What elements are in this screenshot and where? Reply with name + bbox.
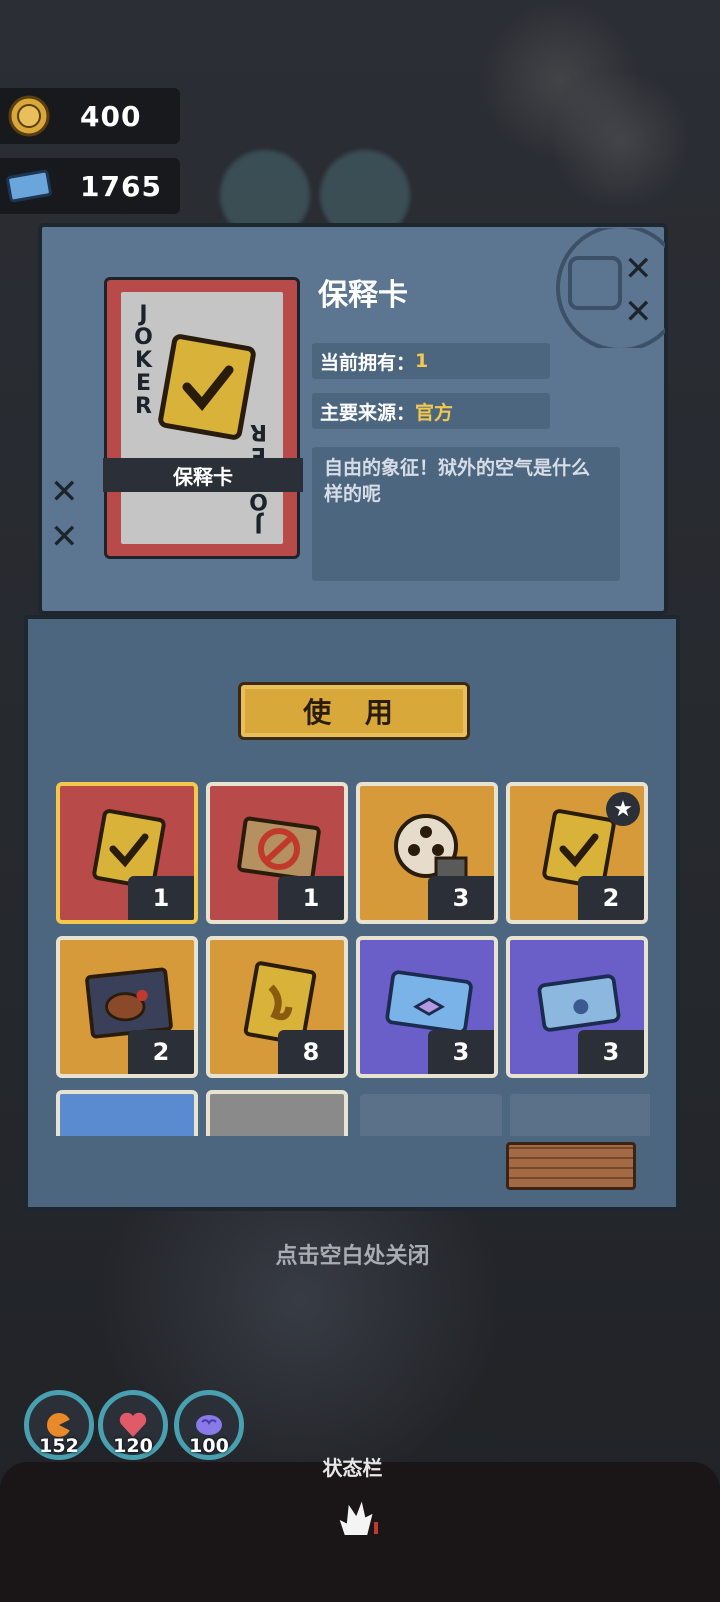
- card-name-banner: 保释卡: [103, 458, 303, 492]
- health-stat[interactable]: 120: [98, 1390, 168, 1460]
- inventory-slot[interactable]: ★ 2: [506, 782, 648, 924]
- inventory-slot[interactable]: 2: [56, 936, 198, 1078]
- x-decoration-icon: ✕: [624, 292, 653, 332]
- ticket-counter: 1765: [0, 158, 180, 214]
- item-count: 1: [278, 876, 344, 920]
- owned-label: 当前拥有：: [320, 351, 416, 374]
- inventory-slot[interactable]: 1: [56, 782, 198, 924]
- ticket-value: 1765: [80, 169, 162, 203]
- inventory-slot[interactable]: 3: [356, 782, 498, 924]
- owned-value: 1: [415, 350, 429, 372]
- inventory-slot-empty: [360, 1094, 502, 1136]
- x-decoration-icon: ✕: [624, 249, 653, 289]
- star-badge-icon: ★: [606, 792, 640, 826]
- blue-ticket-icon: [6, 163, 52, 209]
- x-decoration-icon: ✕: [50, 472, 79, 512]
- inventory-slot[interactable]: [56, 1090, 198, 1136]
- x-decoration-icon: ✕: [50, 517, 79, 557]
- inventory-slot-empty: [510, 1094, 650, 1136]
- gold-coin-icon: [6, 93, 52, 139]
- flame-hand-icon[interactable]: [330, 1492, 380, 1542]
- owned-row: 当前拥有： 1: [312, 343, 550, 379]
- coin-counter: 400: [0, 88, 180, 144]
- item-count: 3: [428, 1030, 494, 1074]
- inventory-slot[interactable]: 3: [506, 936, 648, 1078]
- item-title: 保释卡: [318, 278, 408, 313]
- status-bar-label: 状态栏: [322, 1456, 383, 1480]
- item-count: 8: [278, 1030, 344, 1074]
- card-corner-text: JOKER: [131, 302, 156, 417]
- close-hint: 点击空白处关闭: [275, 1244, 430, 1269]
- coin-value: 400: [80, 99, 142, 133]
- item-description: 自由的象征！狱外的空气是什么样的呢: [312, 447, 620, 581]
- source-label: 主要来源：: [320, 401, 416, 424]
- item-count: 2: [578, 876, 644, 920]
- scroll-handle[interactable]: [506, 1142, 636, 1190]
- inventory-grid[interactable]: 1 1 3 ★ 2 2 8 3 3: [56, 782, 650, 1136]
- food-stat[interactable]: 152: [24, 1390, 94, 1460]
- item-card-preview: JOKER JOKER 保释卡: [103, 277, 303, 559]
- item-count: 3: [578, 1030, 644, 1074]
- item-count: 2: [128, 1030, 194, 1074]
- source-row: 主要来源： 官方: [312, 393, 550, 429]
- inventory-slot[interactable]: [206, 1090, 348, 1136]
- inventory-slot[interactable]: 8: [206, 936, 348, 1078]
- use-button[interactable]: 使 用: [238, 682, 470, 740]
- source-value: 官方: [415, 401, 454, 424]
- item-count: 3: [428, 876, 494, 920]
- partial-item-icon: [234, 1114, 324, 1136]
- sanity-stat[interactable]: 100: [174, 1390, 244, 1460]
- partial-item-icon: [84, 1114, 174, 1136]
- inventory-slot[interactable]: 3: [356, 936, 498, 1078]
- item-count: 1: [128, 876, 194, 920]
- inventory-slot[interactable]: 1: [206, 782, 348, 924]
- bail-card-icon: [158, 334, 256, 440]
